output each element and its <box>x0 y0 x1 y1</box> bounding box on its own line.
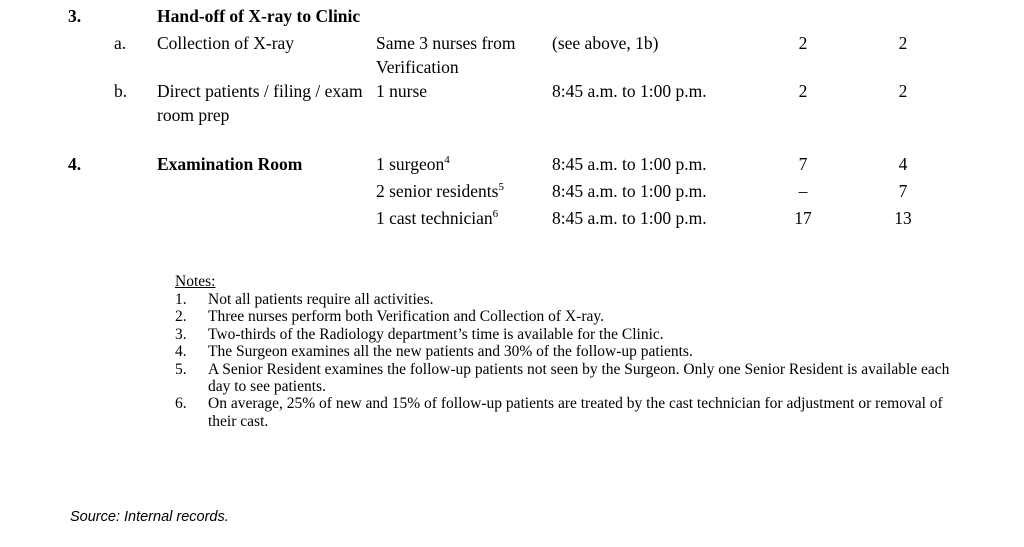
item-count-column-1: 17 <box>794 208 812 228</box>
note-text: A Senior Resident examines the follow-up… <box>208 360 950 396</box>
item-letter: a. <box>114 33 127 53</box>
note-number: 4. <box>175 343 187 361</box>
note-text: Not all patients require all activities. <box>208 291 434 308</box>
item-time: 8:45 a.m. to 1:00 p.m. <box>552 181 707 201</box>
note-number: 5. <box>175 360 187 378</box>
section-number: 3. <box>68 6 82 26</box>
item-staff-label: 1 surgeon <box>376 154 445 174</box>
item-staff: 1 surgeon4 <box>376 152 548 176</box>
note-item: 5. A Senior Resident examines the follow… <box>175 361 965 396</box>
item-count-column-1: 7 <box>798 154 808 174</box>
item-time: 8:45 a.m. to 1:00 p.m. <box>552 154 707 174</box>
note-text: Three nurses perform both Verification a… <box>208 308 604 326</box>
footnote-marker: 6 <box>492 208 499 221</box>
note-item: 2. Three nurses perform both Verificatio… <box>175 308 965 325</box>
item-count-column-2: 13 <box>894 208 912 228</box>
item-activity: Collection of X-ray <box>157 33 295 53</box>
note-number: 6. <box>175 395 187 413</box>
item-staff-label: 1 cast technician <box>376 208 493 228</box>
item-count-column-2: 7 <box>898 181 908 201</box>
item-staff: 2 senior residents5 <box>376 179 548 203</box>
footnote-marker: 5 <box>498 181 504 194</box>
note-item: 6. On average, 25% of new and 15% of fol… <box>175 395 965 430</box>
footnote-marker: 4 <box>444 154 450 167</box>
notes-title: Notes: <box>175 273 216 290</box>
section-number: 4. <box>68 154 82 174</box>
note-text: On average, 25% of new and 15% of follow… <box>208 395 943 430</box>
item-count-column-1: 2 <box>798 81 808 101</box>
note-text: Two-thirds of the Radiology department’s… <box>208 325 664 343</box>
item-time: (see above, 1b) <box>552 33 659 53</box>
notes-block: Notes: 1. Not all patients require all a… <box>175 272 965 430</box>
item-letter: b. <box>114 81 128 101</box>
note-number: 3. <box>175 325 187 343</box>
note-number: 2. <box>175 308 187 326</box>
source-line: Source: Internal records. <box>70 509 229 525</box>
item-activity: Direct patients / filing / exam room pre… <box>157 81 363 125</box>
section-title: Examination Room <box>157 154 303 174</box>
item-count-column-1: – <box>798 181 808 201</box>
document-page: 3. Hand-off of X-ray to Clinic a. Collec… <box>0 0 1024 547</box>
item-count-column-2: 2 <box>898 81 908 101</box>
item-count-column-1: 2 <box>798 33 808 53</box>
item-staff: Same 3 nurses from Verification <box>376 33 516 77</box>
note-number: 1. <box>175 291 187 308</box>
item-staff-label: 2 senior residents <box>376 181 499 201</box>
item-time: 8:45 a.m. to 1:00 p.m. <box>552 208 707 228</box>
note-item: 4. The Surgeon examines all the new pati… <box>175 343 965 360</box>
note-text: The Surgeon examines all the new patient… <box>208 343 693 361</box>
item-staff: 1 nurse <box>376 81 428 101</box>
item-count-column-2: 4 <box>898 154 908 174</box>
note-item: 1. Not all patients require all activiti… <box>175 291 965 308</box>
item-time: 8:45 a.m. to 1:00 p.m. <box>552 81 707 101</box>
note-item: 3. Two-thirds of the Radiology departmen… <box>175 326 965 343</box>
section-title: Hand-off of X-ray to Clinic <box>157 6 361 26</box>
item-staff: 1 cast technician6 <box>376 206 548 230</box>
item-count-column-2: 2 <box>898 33 908 53</box>
